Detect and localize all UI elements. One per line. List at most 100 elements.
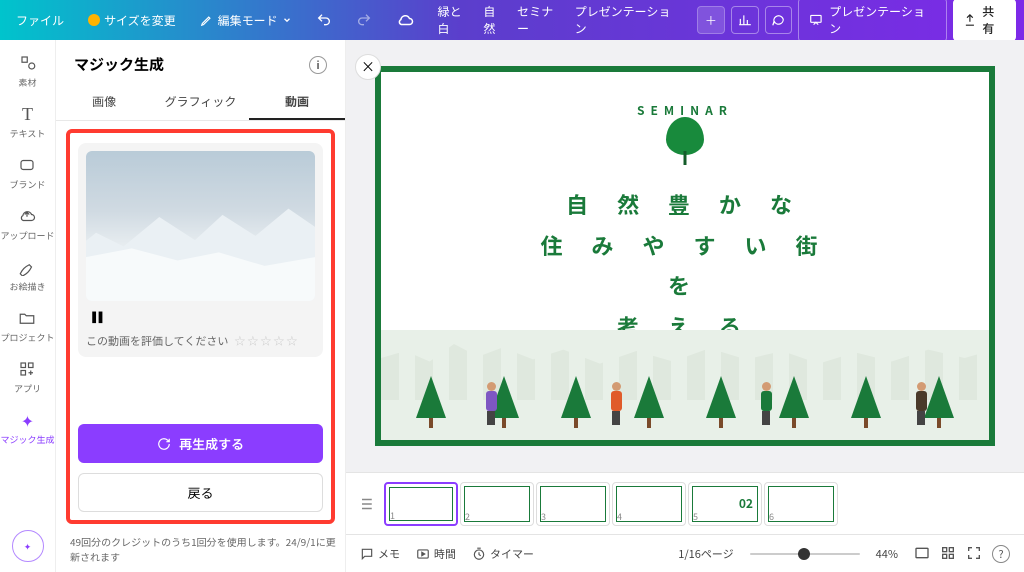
slide-title: 自 然 豊 か な 住 み や す い 街 を 考 え る <box>533 184 837 347</box>
edit-mode-button[interactable]: 編集モード <box>192 8 300 33</box>
rail-label: 素材 <box>18 76 36 89</box>
page-indicator[interactable]: 1/16ページ <box>678 546 733 562</box>
rating-stars[interactable]: ☆☆☆☆☆ <box>234 333 299 349</box>
rail-label: ブランド <box>9 178 45 191</box>
title-part: プレゼンテーション <box>575 3 682 37</box>
rail-text[interactable]: Tテキスト <box>10 103 46 140</box>
notes-button[interactable]: メモ <box>360 546 400 562</box>
thumb-number: 5 <box>693 510 698 523</box>
cloud-icon <box>396 11 414 29</box>
redo-icon <box>356 12 372 28</box>
media-type-tabs: 画像 グラフィック 動画 <box>56 85 345 121</box>
credit-notice: 49回分のクレジットのうち1回分を使用します。24/9/1に更新されます <box>56 532 345 572</box>
tile-view-icon[interactable] <box>940 545 956 563</box>
rail-apps[interactable]: アプリ <box>14 358 41 395</box>
grid-view-icon[interactable] <box>914 545 930 563</box>
zoom-slider-thumb[interactable] <box>798 548 810 560</box>
resize-indicator-icon <box>88 14 100 26</box>
magic-generate-panel: × マジック生成 i 画像 グラフィック 動画 ❚❚ この動画を評価してください… <box>56 40 346 572</box>
apps-icon <box>16 358 38 380</box>
time-button[interactable]: 時間 <box>416 546 456 562</box>
back-button[interactable]: 戻る <box>78 473 323 512</box>
panel-title: マジック生成 <box>74 54 164 75</box>
rail-magic-generate[interactable]: ✦ マジック生成 <box>0 409 54 446</box>
tab-image[interactable]: 画像 <box>56 85 152 120</box>
rail-draw[interactable]: お絵描き <box>9 256 45 293</box>
tab-video[interactable]: 動画 <box>249 85 345 120</box>
rail-label: お絵描き <box>9 280 45 293</box>
generated-video-card[interactable]: ❚❚ この動画を評価してください ☆☆☆☆☆ <box>78 143 323 357</box>
slide-thumb-4[interactable]: 4 <box>612 482 686 526</box>
document-title[interactable]: 緑と白 自然 セミナー プレゼンテーション <box>438 3 682 37</box>
rail-elements[interactable]: 素材 <box>17 52 39 89</box>
slide-thumb-3[interactable]: 3 <box>536 482 610 526</box>
generated-video-thumbnail[interactable] <box>86 151 315 301</box>
thumb-number: 4 <box>617 510 622 523</box>
bottom-bar: メモ 時間 タイマー 1/16ページ 44% ? <box>346 534 1024 572</box>
cloud-sync-button[interactable] <box>388 7 422 33</box>
present-button[interactable]: プレゼンテーション <box>798 0 946 42</box>
assistant-button[interactable]: ✦ <box>12 530 44 562</box>
person-illustration <box>911 382 931 426</box>
pencil-icon <box>200 13 214 27</box>
left-rail: 素材 Tテキスト ブランド アップロード お絵描き プロジェクト アプリ ✦ マジ… <box>0 40 56 572</box>
thumb-number: 3 <box>541 510 546 523</box>
zoom-slider[interactable] <box>750 553 860 555</box>
notes-label: メモ <box>378 546 400 562</box>
refresh-icon <box>157 437 171 451</box>
slide-thumb-1[interactable]: 1 <box>384 482 458 526</box>
play-icon <box>416 547 430 561</box>
tree-icon <box>416 376 446 428</box>
notes-icon <box>360 547 374 561</box>
share-button[interactable]: 共有 <box>953 0 1016 41</box>
timer-icon <box>472 547 486 561</box>
info-icon[interactable]: i <box>309 56 327 74</box>
title-part: セミナー <box>517 3 565 37</box>
pause-icon[interactable]: ❚❚ <box>86 307 315 327</box>
tab-graphic[interactable]: グラフィック <box>152 85 248 120</box>
slide-thumb-5[interactable]: 025 <box>688 482 762 526</box>
rail-project[interactable]: プロジェクト <box>0 307 54 344</box>
slide-thumbnails: 1 2 3 4 025 6 <box>346 472 1024 534</box>
rail-label: テキスト <box>10 127 46 140</box>
undo-icon <box>316 12 332 28</box>
person-illustration <box>756 382 776 426</box>
help-icon[interactable]: ? <box>992 545 1010 563</box>
comment-button[interactable] <box>765 6 793 34</box>
slide-thumb-2[interactable]: 2 <box>460 482 534 526</box>
sparkle-icon: ✦ <box>24 540 32 553</box>
redo-button[interactable] <box>348 8 380 32</box>
comment-icon <box>771 13 785 27</box>
close-panel-button[interactable]: × <box>355 54 381 80</box>
zoom-value[interactable]: 44% <box>876 546 898 562</box>
sparkle-icon: ✦ <box>16 409 38 431</box>
slide-thumb-6[interactable]: 6 <box>764 482 838 526</box>
draw-icon <box>16 256 38 278</box>
title-part: 自然 <box>483 3 507 37</box>
tree-icon <box>851 376 881 428</box>
share-icon <box>963 13 977 27</box>
resize-button[interactable]: サイズを変更 <box>80 8 184 33</box>
slide-title-line: 自 然 豊 か な <box>533 184 837 225</box>
timer-button[interactable]: タイマー <box>472 546 534 562</box>
undo-button[interactable] <box>308 8 340 32</box>
file-menu[interactable]: ファイル <box>8 8 72 33</box>
rail-label: マジック生成 <box>0 433 54 446</box>
analytics-button[interactable] <box>731 6 759 34</box>
rail-upload[interactable]: アップロード <box>0 205 54 242</box>
shapes-icon <box>17 52 39 74</box>
rail-brand[interactable]: ブランド <box>9 154 45 191</box>
thumb-number: 2 <box>465 510 470 523</box>
slide-canvas[interactable]: SEMINAR 自 然 豊 か な 住 み や す い 街 を 考 え る <box>375 66 995 446</box>
reorder-icon[interactable] <box>356 495 374 513</box>
timer-label: タイマー <box>490 546 534 562</box>
fullscreen-icon[interactable] <box>966 545 982 563</box>
regenerate-button[interactable]: 再生成する <box>78 424 323 463</box>
share-label: 共有 <box>982 3 1006 37</box>
top-toolbar: ファイル サイズを変更 編集モード 緑と白 自然 セミナー プレゼンテーション … <box>0 0 1024 40</box>
brand-icon <box>16 154 38 176</box>
add-button[interactable]: ＋ <box>697 6 725 34</box>
tree-icon <box>561 376 591 428</box>
thumb-number: 6 <box>769 510 774 523</box>
upload-icon <box>16 205 38 227</box>
